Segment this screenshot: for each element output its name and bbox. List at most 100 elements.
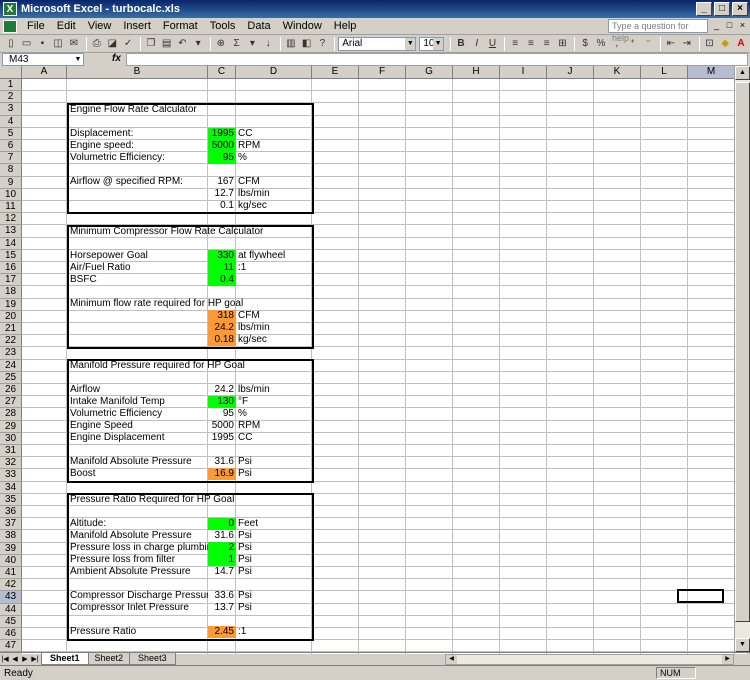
inlet-label[interactable]: Compressor Inlet Pressure xyxy=(68,602,208,614)
map-label[interactable]: Manifold Absolute Pressure xyxy=(68,456,208,468)
column-header-h[interactable]: H xyxy=(453,66,500,79)
manifold-ve-unit[interactable]: % xyxy=(236,408,312,420)
hp-goal-cell[interactable]: 330 xyxy=(208,250,236,262)
row-header-3[interactable]: 3 xyxy=(0,103,22,116)
row-header-1[interactable]: 1 xyxy=(0,79,22,92)
charge-loss-cell[interactable]: 2 xyxy=(208,542,236,554)
tab-sheet3[interactable]: Sheet3 xyxy=(129,653,176,665)
airflow-label[interactable]: Airflow @ specified RPM: xyxy=(68,176,208,188)
airflow-cfm-unit[interactable]: CFM xyxy=(236,176,312,188)
italic-icon[interactable]: I xyxy=(470,37,484,51)
intake-temp-cell[interactable]: 130 xyxy=(208,396,236,408)
print-preview-icon[interactable]: ◪ xyxy=(106,37,120,51)
pressure-ratio-cell[interactable]: 2.45 xyxy=(208,626,236,638)
row-header-20[interactable]: 20 xyxy=(0,310,22,323)
spelling-icon[interactable]: ✓ xyxy=(121,37,135,51)
airflow-kg-unit[interactable]: kg/sec xyxy=(236,200,312,212)
row-header-8[interactable]: 8 xyxy=(0,164,22,177)
scroll-down-icon[interactable]: ▼ xyxy=(735,638,750,652)
min-flow-cfm-cell[interactable]: 318 xyxy=(208,310,236,322)
decrease-decimal-icon[interactable]: ⁻ xyxy=(641,37,655,51)
pr-map-cell[interactable]: 31.6 xyxy=(208,530,236,542)
row-header-14[interactable]: 14 xyxy=(0,237,22,250)
column-header-i[interactable]: I xyxy=(500,66,547,79)
manifold-ve-cell[interactable]: 95 xyxy=(208,408,236,420)
engine-speed-unit[interactable]: RPM xyxy=(236,140,312,152)
ambient-label[interactable]: Ambient Absolute Pressure xyxy=(68,566,208,578)
menu-file[interactable]: File xyxy=(21,20,51,32)
row-header-35[interactable]: 35 xyxy=(0,493,22,506)
row-header-2[interactable]: 2 xyxy=(0,91,22,104)
column-header-j[interactable]: J xyxy=(547,66,594,79)
undo-icon[interactable]: ↶ xyxy=(176,37,190,51)
bsfc-cell[interactable]: 0.4 xyxy=(208,274,236,286)
engine-speed-label[interactable]: Engine speed: xyxy=(68,140,208,152)
row-header-32[interactable]: 32 xyxy=(0,457,22,470)
menu-edit[interactable]: Edit xyxy=(51,20,82,32)
pressure-ratio-label[interactable]: Pressure Ratio xyxy=(68,626,208,638)
row-header-12[interactable]: 12 xyxy=(0,213,22,226)
row-header-4[interactable]: 4 xyxy=(0,115,22,128)
airflow-kg-cell[interactable]: 0.1 xyxy=(208,200,236,212)
research-icon[interactable]: ◧ xyxy=(300,37,314,51)
row-header-19[interactable]: 19 xyxy=(0,298,22,311)
copy-icon[interactable]: ❐ xyxy=(144,37,158,51)
doc-close-button[interactable]: × xyxy=(737,20,748,31)
borders-icon[interactable]: ⊡ xyxy=(703,37,717,51)
row-header-43[interactable]: 43 xyxy=(0,591,22,604)
save-icon[interactable]: ▪ xyxy=(36,37,50,51)
vertical-scroll-thumb[interactable] xyxy=(735,82,750,622)
min-flow-kg-unit[interactable]: kg/sec xyxy=(236,334,312,346)
boost-cell[interactable]: 16.9 xyxy=(208,468,236,480)
increase-decimal-icon[interactable]: ⁺ xyxy=(626,37,640,51)
row-header-18[interactable]: 18 xyxy=(0,286,22,299)
underline-icon[interactable]: U xyxy=(486,37,500,51)
column-header-f[interactable]: F xyxy=(359,66,406,79)
row-header-47[interactable]: 47 xyxy=(0,640,22,653)
percent-icon[interactable]: % xyxy=(594,37,608,51)
scroll-up-icon[interactable]: ▲ xyxy=(735,66,750,80)
font-color-icon[interactable]: A xyxy=(734,37,748,51)
row-header-22[interactable]: 22 xyxy=(0,335,22,348)
doc-restore-button[interactable]: □ xyxy=(724,20,735,31)
ve-label[interactable]: Volumetric Efficiency: xyxy=(68,152,208,164)
row-header-9[interactable]: 9 xyxy=(0,176,22,189)
workbook-icon[interactable] xyxy=(3,19,17,33)
help-search-input[interactable]: Type a question for help xyxy=(608,19,708,43)
column-header-l[interactable]: L xyxy=(641,66,688,79)
row-header-15[interactable]: 15 xyxy=(0,249,22,262)
manifold-speed-label[interactable]: Engine Speed xyxy=(68,420,208,432)
displacement-unit[interactable]: CC xyxy=(236,128,312,140)
inlet-unit[interactable]: Psi xyxy=(236,602,312,614)
doc-minimize-button[interactable]: _ xyxy=(711,20,722,31)
row-header-31[interactable]: 31 xyxy=(0,445,22,458)
airflow-cfm-cell[interactable]: 167 xyxy=(208,176,236,188)
print-icon[interactable]: ⎙ xyxy=(90,37,104,51)
column-header-c[interactable]: C xyxy=(208,66,236,79)
column-header-e[interactable]: E xyxy=(312,66,359,79)
vertical-scrollbar[interactable]: ▲ ▼ xyxy=(734,66,750,652)
row-header-39[interactable]: 39 xyxy=(0,542,22,555)
tab-sheet1[interactable]: Sheet1 xyxy=(41,653,89,665)
row-header-37[interactable]: 37 xyxy=(0,518,22,531)
menu-tools[interactable]: Tools xyxy=(204,20,242,32)
row-header-10[interactable]: 10 xyxy=(0,188,22,201)
altitude-label[interactable]: Altitude: xyxy=(68,518,208,530)
min-flow-label[interactable]: Minimum flow rate required for HP goal xyxy=(68,298,308,310)
autosum-dropdown-icon[interactable]: ▾ xyxy=(246,37,260,51)
row-header-33[interactable]: 33 xyxy=(0,469,22,482)
hyperlink-icon[interactable]: ⊕ xyxy=(214,37,228,51)
email-icon[interactable]: ✉ xyxy=(67,37,81,51)
fill-color-icon[interactable]: ◆ xyxy=(718,37,732,51)
altitude-cell[interactable]: 0 xyxy=(208,518,236,530)
permission-icon[interactable]: ◫ xyxy=(51,37,65,51)
manifold-airflow-cell[interactable]: 24.2 xyxy=(208,384,236,396)
prev-sheet-icon[interactable]: ◀ xyxy=(10,654,20,665)
row-header-38[interactable]: 38 xyxy=(0,530,22,543)
manifold-ve-label[interactable]: Volumetric Efficiency xyxy=(68,408,208,420)
horizontal-scrollbar[interactable]: ◀ ▶ xyxy=(445,654,734,665)
active-cell-selection[interactable] xyxy=(677,589,724,603)
excel-app-icon[interactable]: X xyxy=(3,2,17,16)
manifold-disp-cell[interactable]: 1995 xyxy=(208,432,236,444)
increase-indent-icon[interactable]: ⇥ xyxy=(680,37,694,51)
